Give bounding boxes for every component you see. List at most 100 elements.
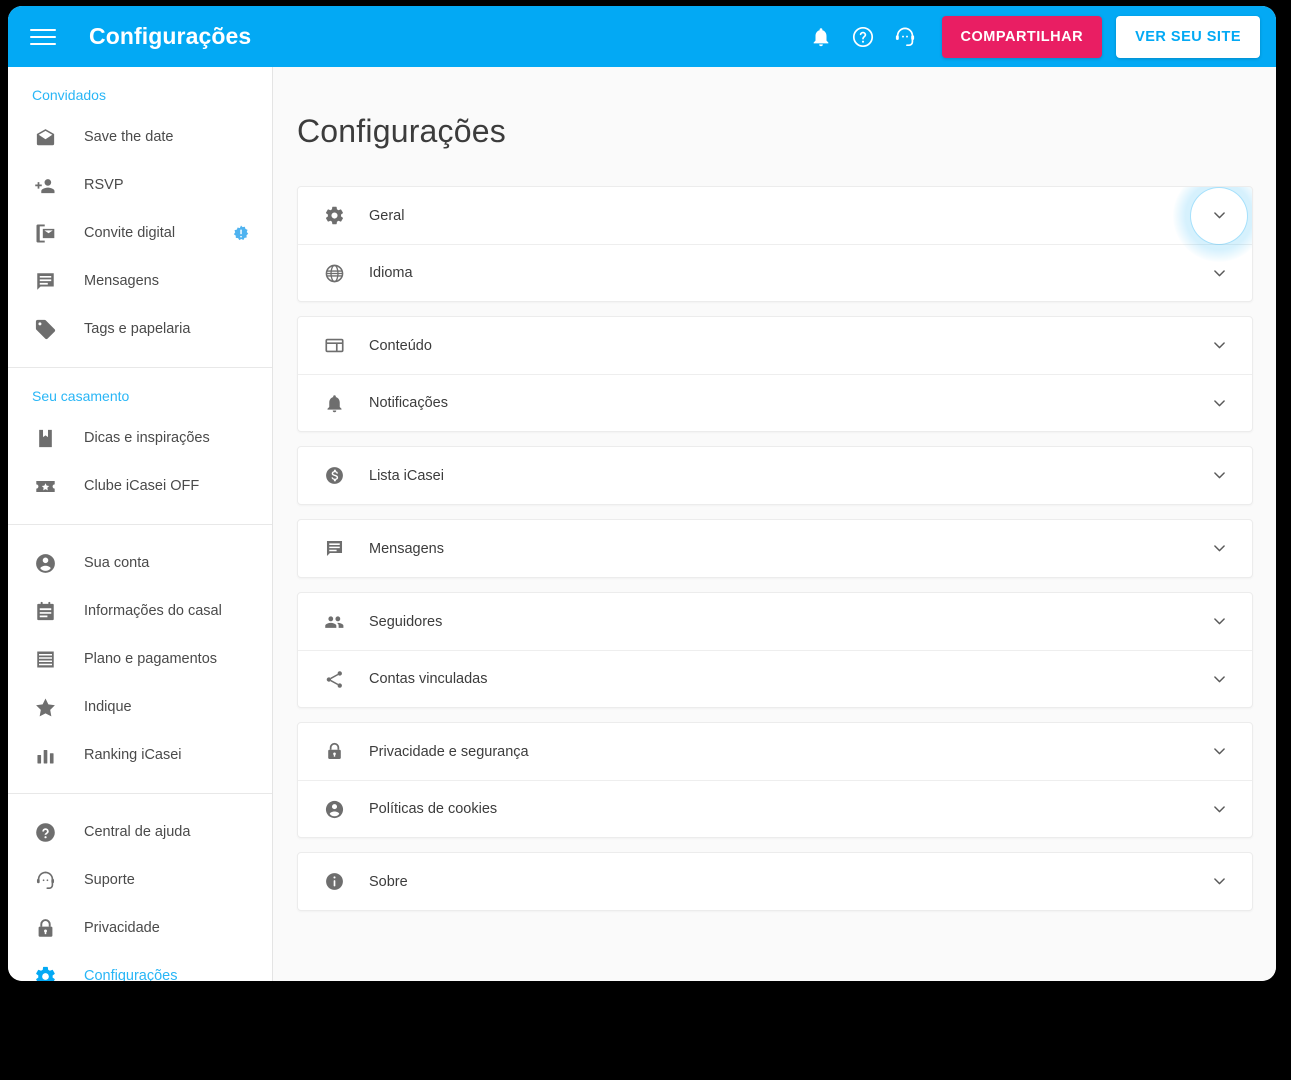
settings-row-notificacoes[interactable]: Notificações: [298, 374, 1252, 431]
chevron-down-icon[interactable]: [1208, 871, 1230, 893]
hamburger-bar: [30, 42, 56, 45]
settings-row-privacidade-e-seguranca[interactable]: Privacidade e segurança: [298, 723, 1252, 780]
main-content: Configurações Geral Idioma Conteúdo Noti…: [273, 67, 1276, 981]
sidebar-item-label: RSVP: [84, 177, 124, 193]
sidebar-item-label: Tags e papelaria: [84, 321, 191, 337]
sidebar-group-convidados: Convidados Save the date RSVP Convite di…: [8, 67, 272, 367]
page-title: Configurações: [297, 113, 506, 149]
settings-card-group: Lista iCasei: [297, 446, 1253, 505]
sidebar-group-heading: Seu casamento: [32, 388, 130, 404]
gear-icon: [32, 963, 58, 981]
settings-row-label: Sobre: [369, 873, 408, 890]
sidebar-item-informacoes-do-casal[interactable]: Informações do casal: [8, 587, 272, 635]
sidebar-group-heading: Convidados: [32, 87, 106, 103]
sidebar-item-label: Dicas e inspirações: [84, 430, 210, 446]
sidebar-item-clube-icasei-off[interactable]: Clube iCasei OFF: [8, 462, 272, 510]
sidebar-item-ranking-icasei[interactable]: Ranking iCasei: [8, 731, 272, 779]
support-agent-icon[interactable]: [884, 16, 926, 58]
settings-row-sobre[interactable]: Sobre: [298, 853, 1252, 910]
sidebar-item-plano-e-pagamentos[interactable]: Plano e pagamentos: [8, 635, 272, 683]
share-button[interactable]: COMPARTILHAR: [941, 15, 1103, 58]
sidebar-item-indique[interactable]: Indique: [8, 683, 272, 731]
sidebar-item-central-de-ajuda[interactable]: Central de ajuda: [8, 808, 272, 856]
chevron-down-icon[interactable]: [1208, 741, 1230, 763]
help-circle-icon[interactable]: [842, 16, 884, 58]
settings-row-idioma[interactable]: Idioma: [298, 244, 1252, 301]
settings-row-label: Geral: [369, 207, 405, 224]
sidebar-item-label: Suporte: [84, 872, 135, 888]
settings-row-politicas-de-cookies[interactable]: Políticas de cookies: [298, 780, 1252, 837]
lock-icon: [322, 740, 346, 764]
money-circle-icon: [322, 464, 346, 488]
sidebar-item-label: Sua conta: [84, 555, 150, 571]
chevron-down-icon[interactable]: [1208, 611, 1230, 633]
sidebar-item-save-the-date[interactable]: Save the date: [8, 113, 272, 161]
sidebar-item-sua-conta[interactable]: Sua conta: [8, 539, 272, 587]
account-circle-icon: [322, 797, 346, 821]
sidebar-item-label: Configurações: [84, 968, 178, 981]
share-icon: [322, 667, 346, 691]
notifications-bell-icon[interactable]: [800, 16, 842, 58]
info-circle-icon: [322, 870, 346, 894]
lock-icon: [32, 915, 58, 941]
hamburger-menu-icon[interactable]: [30, 22, 60, 52]
globe-icon: [322, 261, 346, 285]
settings-row-label: Mensagens: [369, 540, 444, 557]
settings-card-group: Mensagens: [297, 519, 1253, 578]
sidebar-item-tags-e-papelaria[interactable]: Tags e papelaria: [8, 305, 272, 353]
settings-card-group: Sobre: [297, 852, 1253, 911]
settings-row-lista-icasei[interactable]: Lista iCasei: [298, 447, 1252, 504]
account-circle-icon: [32, 550, 58, 576]
payments-list-icon: [32, 646, 58, 672]
settings-row-mensagens[interactable]: Mensagens: [298, 520, 1252, 577]
sidebar-item-label: Mensagens: [84, 273, 159, 289]
settings-row-seguidores[interactable]: Seguidores: [298, 593, 1252, 650]
sidebar-item-dicas-e-inspiracoes[interactable]: Dicas e inspirações: [8, 414, 272, 462]
hamburger-bar: [30, 35, 56, 38]
chevron-down-icon[interactable]: [1208, 538, 1230, 560]
settings-row-label: Notificações: [369, 395, 448, 411]
hamburger-bar: [30, 28, 56, 31]
chevron-down-icon[interactable]: [1208, 262, 1230, 284]
sidebar-item-configuracoes[interactable]: Configurações: [8, 952, 272, 981]
sidebar-item-privacidade[interactable]: Privacidade: [8, 904, 272, 952]
bar-chart-icon: [32, 742, 58, 768]
sidebar-item-mensagens[interactable]: Mensagens: [8, 257, 272, 305]
settings-row-geral[interactable]: Geral: [298, 187, 1252, 262]
message-icon: [32, 268, 58, 294]
ticket-star-icon: [32, 473, 58, 499]
book-icon: [32, 425, 58, 451]
help-circle-filled-icon: [32, 819, 58, 845]
settings-row-contas-vinculadas[interactable]: Contas vinculadas: [298, 650, 1252, 707]
sidebar-item-label: Central de ajuda: [84, 824, 191, 840]
mobile-invite-icon: [32, 220, 58, 246]
settings-row-label: Seguidores: [369, 613, 443, 630]
sidebar-item-label: Informações do casal: [84, 603, 222, 619]
settings-card-group: Geral Idioma: [297, 186, 1253, 302]
top-app-bar: Configurações COMPARTILHAR VER SEU SITE: [8, 6, 1276, 67]
sidebar-item-label: Convite digital: [84, 225, 176, 241]
layout-content-icon: [322, 334, 346, 358]
chevron-down-icon[interactable]: [1208, 335, 1230, 357]
chevron-down-icon[interactable]: [1208, 465, 1230, 487]
app-bar-title: Configurações: [89, 23, 252, 49]
settings-card-group: Seguidores Contas vinculadas: [297, 592, 1253, 708]
message-icon: [322, 537, 346, 561]
chevron-down-icon[interactable]: [1173, 187, 1252, 262]
sidebar-item-convite-digital[interactable]: Convite digital: [8, 209, 272, 257]
chevron-down-icon[interactable]: [1208, 668, 1230, 690]
chevron-down-icon[interactable]: [1208, 392, 1230, 414]
settings-card-group: Privacidade e segurança Políticas de coo…: [297, 722, 1253, 838]
chevron-down-icon[interactable]: [1208, 798, 1230, 820]
alert-badge-icon: [232, 224, 250, 242]
sidebar-item-label: Privacidade: [84, 920, 160, 936]
sidebar-item-label: Indique: [84, 699, 132, 715]
settings-row-conteudo[interactable]: Conteúdo: [298, 317, 1252, 374]
view-site-button[interactable]: VER SEU SITE: [1116, 15, 1260, 58]
sidebar-group-seu-casamento: Seu casamento Dicas e inspirações Clube …: [8, 367, 272, 524]
sidebar-item-rsvp[interactable]: RSVP: [8, 161, 272, 209]
settings-row-label: Idioma: [369, 265, 413, 281]
sidebar-item-suporte[interactable]: Suporte: [8, 856, 272, 904]
sidebar-item-label: Ranking iCasei: [84, 747, 182, 763]
tag-icon: [32, 316, 58, 342]
